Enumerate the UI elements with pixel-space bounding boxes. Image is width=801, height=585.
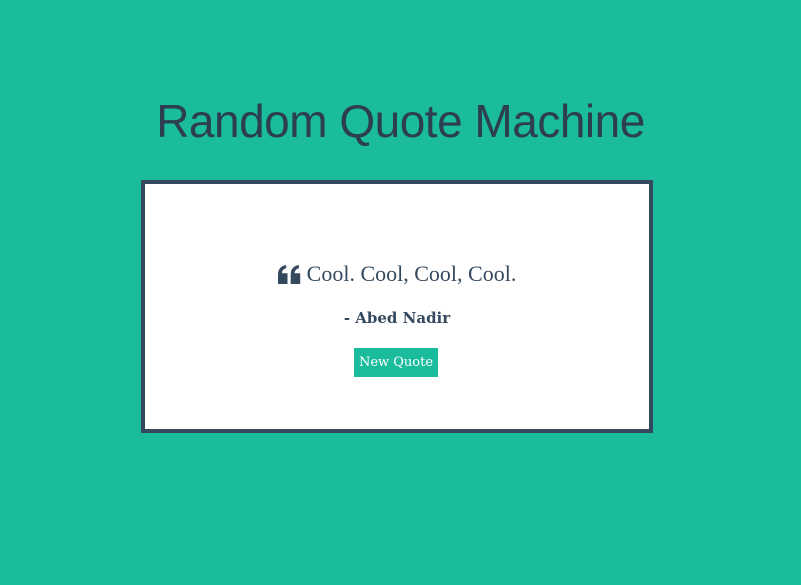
quote-line: Cool. Cool, Cool, Cool. — [145, 260, 649, 288]
quote-text: Cool. Cool, Cool, Cool. — [306, 261, 517, 286]
quote-box: Cool. Cool, Cool, Cool. - Abed Nadir New… — [141, 180, 653, 433]
page-title: Random Quote Machine — [156, 95, 645, 147]
quote-author: - Abed Nadir — [343, 309, 451, 327]
quote-left-icon — [277, 265, 301, 284]
new-quote-button[interactable]: New Quote — [354, 348, 438, 377]
page: Random Quote Machine Cool. Cool, Cool, C… — [0, 0, 801, 585]
